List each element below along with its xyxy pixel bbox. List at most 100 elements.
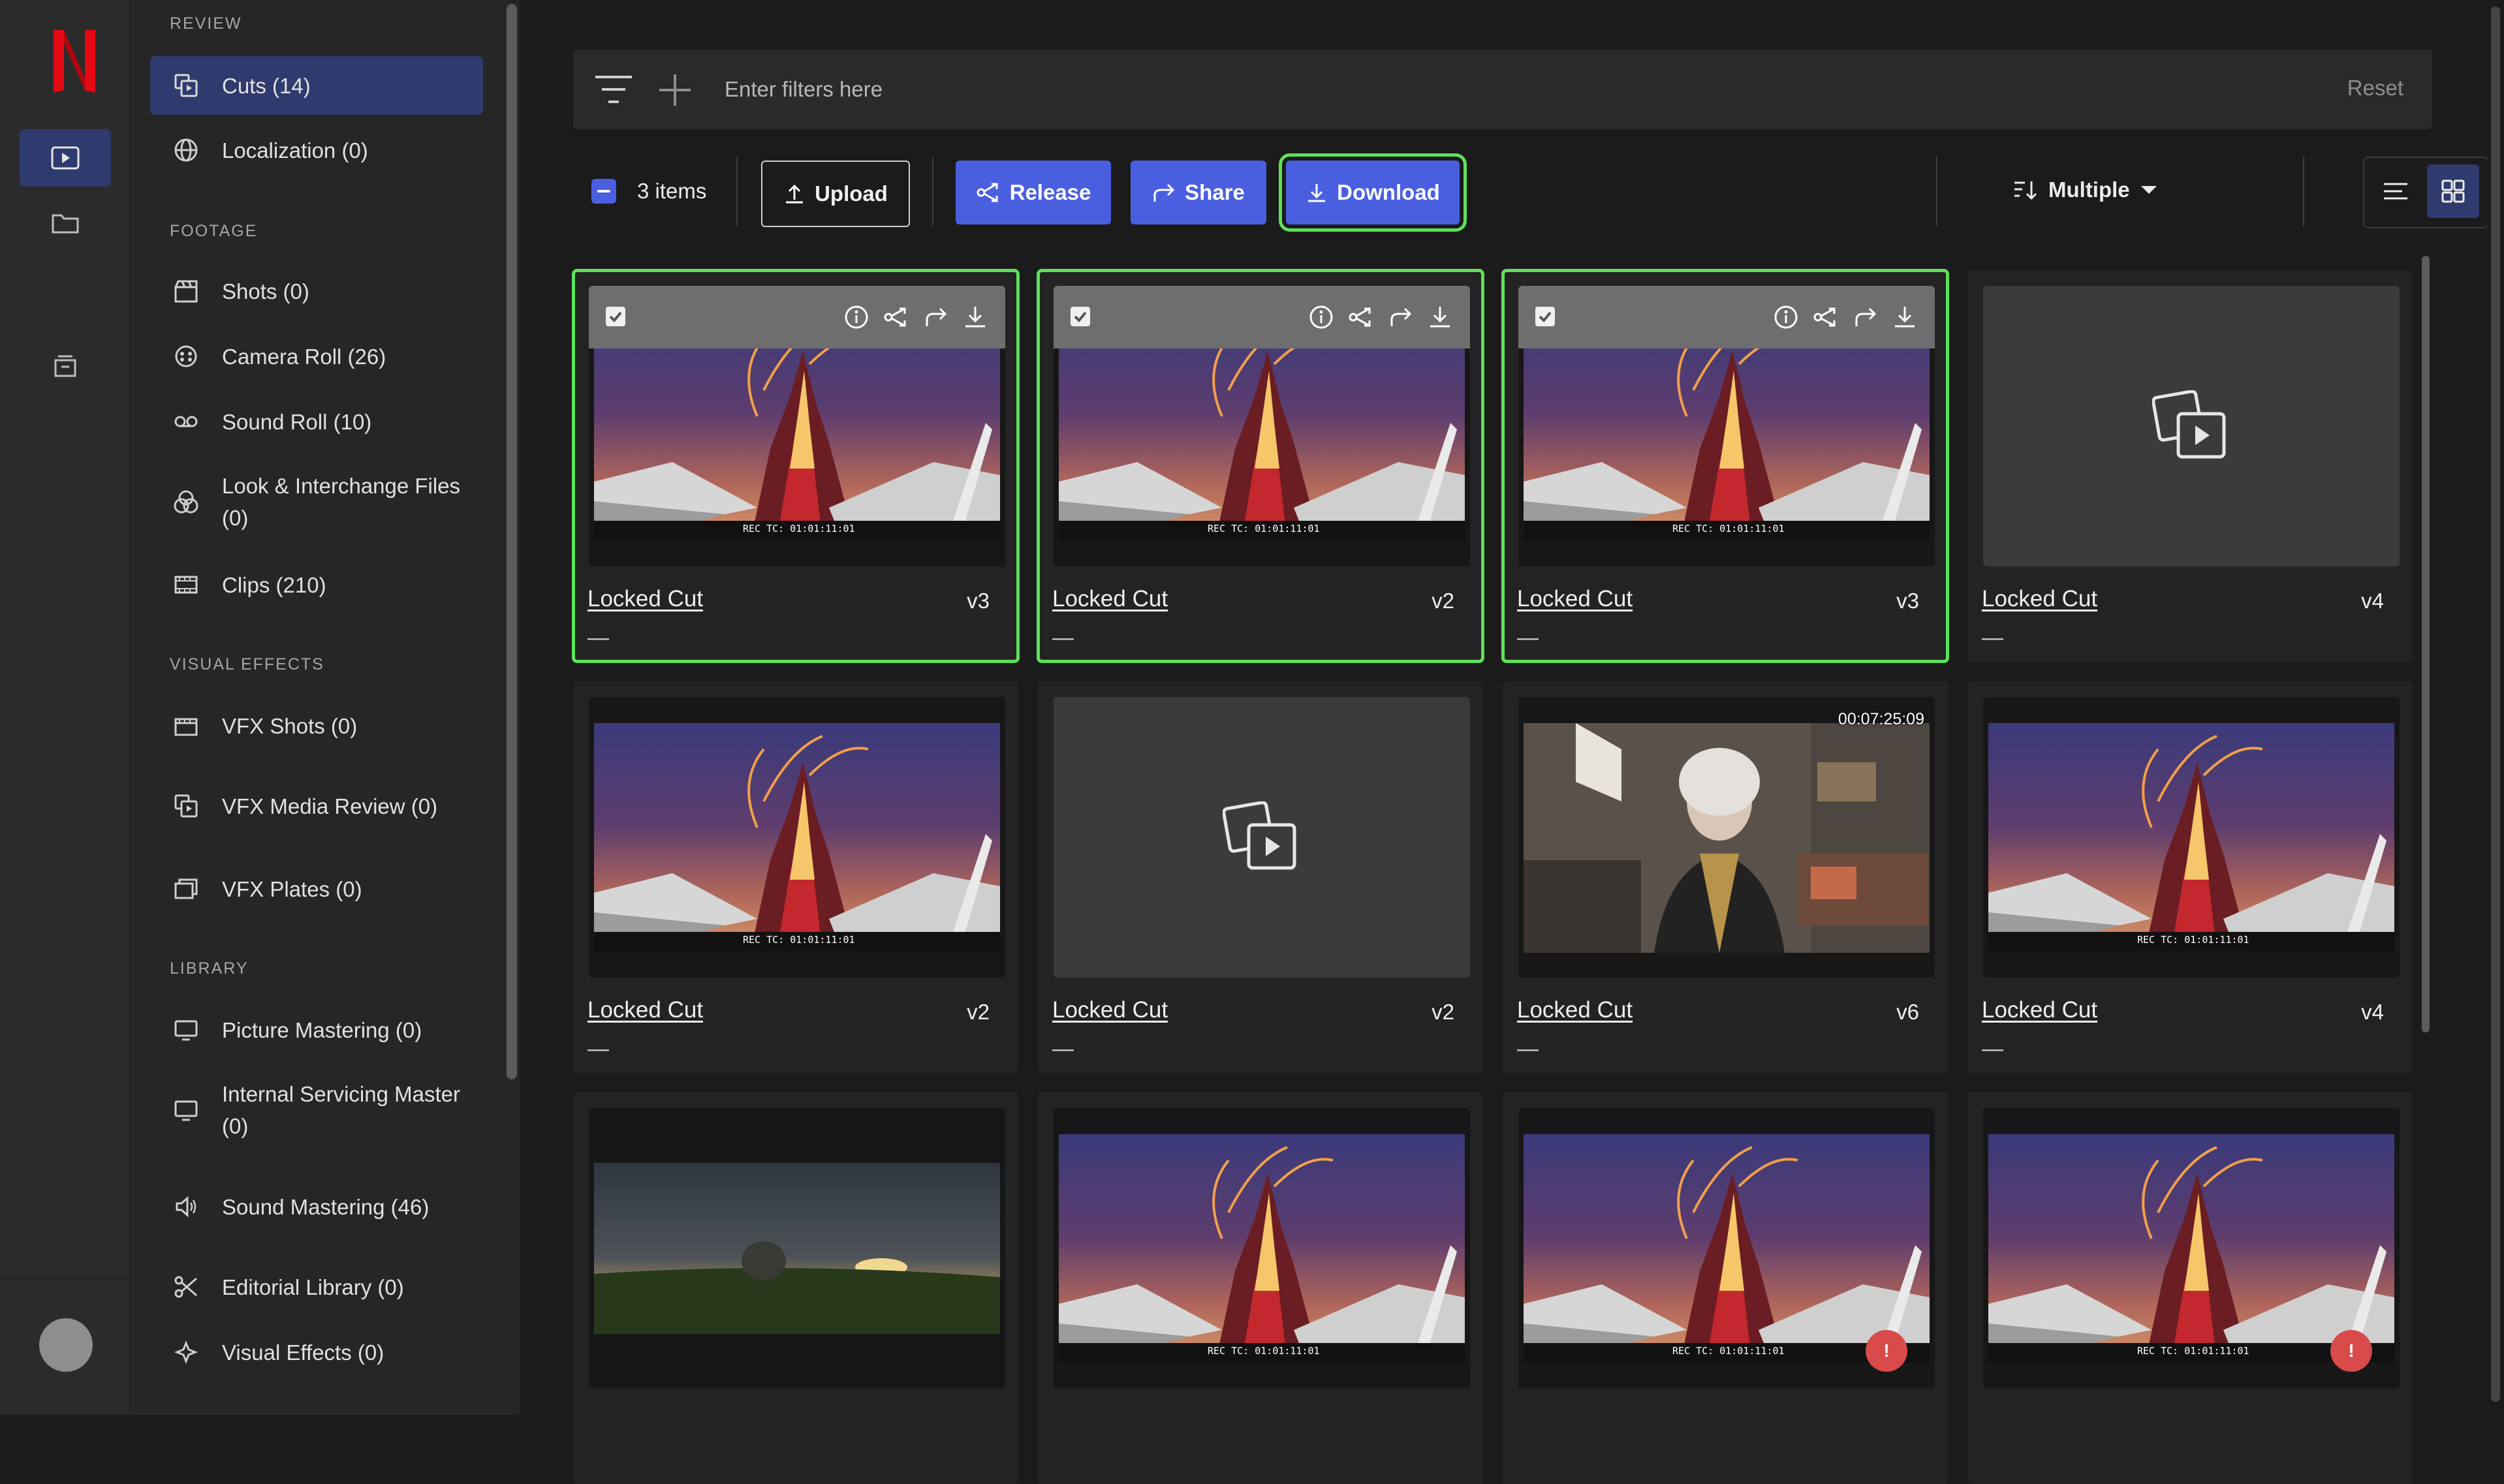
share-icon[interactable] [923, 304, 949, 330]
sort-dropdown[interactable]: Multiple [2013, 178, 2159, 202]
info-icon[interactable] [1773, 304, 1799, 330]
card-thumbnail[interactable]: REC TC: 01:01:11:01 [1518, 286, 1935, 566]
grid-view-button[interactable] [2427, 164, 2479, 218]
upload-button[interactable]: Upload [761, 161, 910, 227]
card-thumbnail[interactable]: REC TC: 01:01:11:01 [1054, 1108, 1470, 1389]
rail-archive-button[interactable] [20, 337, 111, 394]
cut-card[interactable]: Locked Cut v2 — [1038, 681, 1483, 1073]
alert-badge[interactable]: ! [1866, 1330, 1907, 1372]
sidebar-item-vfx-shots[interactable]: VFX Shots (0) [150, 698, 483, 753]
info-icon[interactable] [1308, 304, 1334, 330]
sidebar-item-label: VFX Shots (0) [222, 713, 358, 738]
plates-icon [163, 876, 209, 902]
list-view-button[interactable] [2370, 164, 2422, 218]
card-thumbnail[interactable]: REC TC: 01:01:11:01 [589, 697, 1005, 978]
svg-text:REC TC: 01:01:11:01: REC TC: 01:01:11:01 [1208, 1345, 1320, 1357]
cut-card[interactable]: REC TC: 01:01:11:01 [1038, 1092, 1483, 1484]
download-icon[interactable] [1427, 304, 1453, 330]
card-title-link[interactable]: Locked Cut [1982, 586, 2097, 612]
sidebar-item-camera-roll[interactable]: Camera Roll (26) [150, 329, 483, 384]
filter-input[interactable] [723, 69, 2227, 110]
cut-card[interactable]: REC TC: 01:01:11:01 Locked Cut v3 — [572, 269, 1020, 663]
sidebar-item-vfx-media-review[interactable]: VFX Media Review (0) [150, 770, 483, 842]
release-button[interactable]: Release [956, 161, 1111, 224]
filter-icon[interactable] [594, 74, 633, 104]
card-title-link[interactable]: Locked Cut [1517, 997, 1633, 1023]
rail-review-button[interactable] [20, 129, 111, 187]
card-title-link[interactable]: Locked Cut [1052, 586, 1168, 612]
sidebar-item-localization[interactable]: Localization (0) [150, 123, 483, 178]
bulk-action-toolbar: 3 items Upload Release Share Download Mu… [573, 153, 2488, 232]
share-icon[interactable] [1853, 304, 1879, 330]
card-title-link[interactable]: Locked Cut [1517, 586, 1633, 612]
cuts-icon [163, 793, 209, 819]
sidebar-item-cuts[interactable]: Cuts (14) [150, 56, 483, 115]
card-checkbox[interactable] [1534, 305, 1556, 328]
grid-scrollbar[interactable] [2419, 253, 2432, 1415]
release-icon[interactable] [1347, 304, 1373, 330]
card-checkbox[interactable] [604, 305, 627, 328]
card-title-link[interactable]: Locked Cut [1052, 997, 1168, 1023]
release-label: Release [1009, 180, 1091, 204]
cut-card[interactable]: REC TC: 01:01:11:01 Locked Cut v3 — [1501, 269, 1949, 663]
card-thumbnail[interactable]: REC TC: 01:01:11:01 [1054, 286, 1470, 566]
sidebar-item-look-interchange[interactable]: Look & Interchange Files (0) [150, 466, 483, 538]
cut-card[interactable]: Locked Cut v4 — [1967, 270, 2413, 662]
sidebar-item-clips[interactable]: Clips (210) [150, 557, 483, 612]
monitor-icon [163, 1017, 209, 1043]
cut-card[interactable]: REC TC: 01:01:11:01 ! [1967, 1092, 2413, 1484]
share-button[interactable]: Share [1131, 161, 1266, 224]
cut-card[interactable]: REC TC: 01:01:11:01 Locked Cut v2 — [1037, 269, 1484, 663]
thumbnail-image [1524, 723, 1930, 953]
chevron-down-icon [2140, 186, 2157, 194]
card-title-link[interactable]: Locked Cut [587, 586, 703, 612]
release-icon[interactable] [883, 304, 909, 330]
sidebar-item-sound-roll[interactable]: Sound Roll (10) [150, 394, 483, 449]
thumbnail-image: REC TC: 01:01:11:01 [1059, 1134, 1465, 1363]
globe-icon [163, 137, 209, 163]
download-icon[interactable] [1892, 304, 1918, 330]
rail-folder-button[interactable] [20, 194, 111, 252]
card-meta: — [1982, 1036, 2003, 1060]
card-title-link[interactable]: Locked Cut [587, 997, 703, 1023]
sidebar-item-picture-mastering[interactable]: Picture Mastering (0) [150, 1002, 483, 1057]
cut-card[interactable]: REC TC: 01:01:11:01 Locked Cut v2 — [573, 681, 1018, 1073]
info-icon[interactable] [843, 304, 869, 330]
user-avatar[interactable] [39, 1318, 93, 1372]
sidebar-item-shots[interactable]: Shots (0) [150, 264, 483, 318]
add-filter-icon[interactable] [657, 72, 693, 108]
card-thumbnail[interactable]: REC TC: 01:01:11:01 ! [1518, 1108, 1935, 1389]
release-icon[interactable] [1812, 304, 1838, 330]
netflix-logo[interactable] [51, 27, 98, 95]
alert-badge[interactable]: ! [2330, 1330, 2372, 1372]
cut-card[interactable]: REC TC: 01:01:11:01 Locked Cut v4 — [1967, 681, 2413, 1073]
page-scrollbar[interactable] [2487, 0, 2504, 1415]
card-thumbnail[interactable]: REC TC: 01:01:11:01 [1983, 697, 2400, 978]
card-thumbnail[interactable] [589, 1108, 1005, 1389]
select-all-checkbox[interactable] [591, 179, 616, 204]
sidebar-scrollbar[interactable] [504, 0, 520, 1415]
share-icon[interactable] [1388, 304, 1414, 330]
card-title-link[interactable]: Locked Cut [1982, 997, 2097, 1023]
card-thumbnail[interactable]: REC TC: 01:01:11:01 [589, 286, 1005, 566]
card-thumbnail[interactable]: 00:07:25:09 [1518, 697, 1935, 978]
card-thumbnail[interactable] [1983, 286, 2400, 566]
download-button[interactable]: Download [1279, 153, 1467, 232]
sidebar-item-visual-effects[interactable]: Visual Effects (0) [150, 1325, 483, 1380]
reset-button[interactable]: Reset [2347, 76, 2403, 100]
sidebar-item-vfx-plates[interactable]: VFX Plates (0) [150, 861, 483, 916]
cut-card[interactable]: 00:07:25:09 Locked Cut v6 — [1503, 681, 1948, 1073]
sidebar-item-internal-servicing-master[interactable]: Internal Servicing Master (0) [150, 1074, 483, 1146]
sidebar-item-editorial-library[interactable]: Editorial Library (0) [150, 1260, 483, 1314]
card-thumbnail[interactable] [1054, 697, 1470, 978]
download-icon[interactable] [962, 304, 988, 330]
clapper-icon [163, 278, 209, 304]
folder-icon [52, 214, 79, 234]
card-checkbox[interactable] [1069, 305, 1091, 328]
sidebar-item-sound-mastering[interactable]: Sound Mastering (46) [150, 1171, 483, 1243]
card-thumbnail[interactable]: REC TC: 01:01:11:01 ! [1983, 1108, 2400, 1389]
cut-card[interactable] [573, 1092, 1018, 1484]
cut-card[interactable]: REC TC: 01:01:11:01 ! [1503, 1092, 1948, 1484]
scissors-icon [163, 1274, 209, 1300]
view-toggle [2363, 157, 2488, 228]
